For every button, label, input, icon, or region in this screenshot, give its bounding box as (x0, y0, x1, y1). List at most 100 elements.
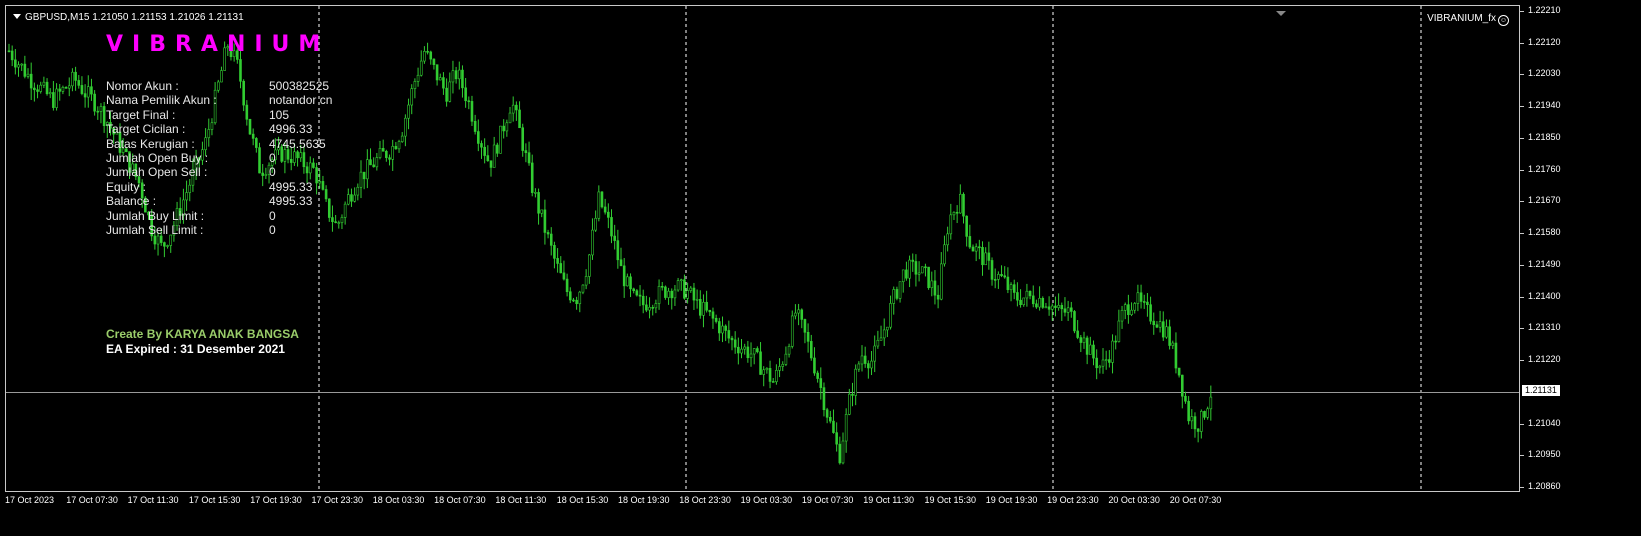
candle (1184, 391, 1187, 404)
candle (867, 360, 870, 379)
candle (683, 274, 686, 300)
candle (102, 101, 106, 133)
candle (1161, 311, 1165, 341)
candle (385, 149, 388, 162)
candle (905, 261, 908, 281)
candle (987, 241, 991, 270)
info-value: 4995.33 (269, 194, 313, 209)
price-tick (1520, 264, 1524, 266)
candle (480, 140, 483, 159)
candle (362, 171, 366, 190)
candle (1070, 301, 1073, 318)
dropdown-triangle-icon[interactable] (13, 14, 21, 19)
time-label: 17 Oct 11:30 (127, 495, 179, 505)
candle (470, 95, 474, 126)
candle (404, 114, 407, 147)
candle (26, 68, 30, 79)
candle (64, 86, 68, 89)
candle (502, 119, 505, 139)
candle (321, 175, 325, 191)
candle (1209, 385, 1213, 421)
candle (419, 50, 423, 77)
candle (844, 408, 848, 453)
candle (860, 345, 864, 372)
candle (340, 214, 344, 230)
candle (1016, 282, 1019, 307)
candle (347, 188, 350, 206)
time-label: 17 Oct 19:30 (250, 495, 302, 505)
candle (264, 167, 268, 180)
expiry-text: EA Expired : 31 Desember 2021 (106, 342, 285, 356)
candle (169, 234, 173, 253)
candle (835, 422, 838, 452)
expert-advisor-label[interactable]: VIBRANIUM_fx ☺ (1427, 13, 1509, 26)
chart-area[interactable]: GBPUSD,M15 1.21050 1.21153 1.21026 1.211… (5, 5, 1520, 492)
candle (543, 199, 547, 245)
candle (781, 361, 785, 372)
time-label: 17 Oct 2023 (5, 495, 55, 505)
candle (889, 295, 892, 330)
candle (461, 65, 464, 98)
candle (635, 289, 639, 297)
time-axis[interactable]: 17 Oct 2023 17 Oct 07:30 17 Oct 11:30 17 Oc… (0, 492, 1520, 536)
candle (378, 140, 382, 160)
chart-shift-marker-icon[interactable] (1276, 11, 1286, 16)
candle (1158, 310, 1162, 333)
candle (1108, 350, 1111, 368)
candle (892, 286, 896, 315)
candle (296, 150, 299, 167)
candle (607, 203, 610, 229)
candle (83, 84, 87, 108)
candle (356, 183, 360, 201)
candle (936, 285, 940, 309)
price-tick (1520, 106, 1524, 108)
time-label: 18 Oct 03:30 (372, 495, 425, 505)
candle (562, 260, 566, 281)
info-label: Balance : (106, 194, 157, 209)
time-label: 18 Oct 19:30 (618, 495, 670, 505)
candle (1120, 305, 1124, 329)
candle (334, 215, 337, 224)
candle (10, 45, 14, 67)
candle (746, 340, 750, 363)
candle (1136, 284, 1140, 312)
candle (188, 179, 192, 202)
candle (45, 78, 49, 96)
candle (727, 320, 731, 344)
candle (327, 198, 331, 222)
candle (1098, 364, 1102, 374)
candle (790, 310, 794, 349)
candle (220, 66, 223, 83)
candle (613, 224, 616, 250)
candle (1152, 312, 1156, 335)
candle (1025, 283, 1029, 307)
candle (324, 185, 328, 202)
candle (990, 257, 994, 286)
candle (879, 325, 883, 341)
time-label: 19 Oct 03:30 (740, 495, 793, 505)
price-axis[interactable]: 1.22210 1.22120 1.22030 1.21940 1.21850 1.217… (1520, 0, 1641, 536)
candle (1063, 297, 1067, 317)
candle (641, 289, 645, 314)
candle (597, 185, 601, 222)
candle (813, 347, 816, 376)
price-label: 1.20950 (1528, 449, 1561, 460)
candle (14, 48, 17, 75)
candle (800, 308, 804, 329)
time-label: 18 Oct 11:30 (495, 495, 547, 505)
candle (39, 81, 43, 94)
candle (959, 184, 962, 214)
candle (42, 76, 46, 89)
candle (423, 46, 426, 64)
candle (1142, 294, 1146, 309)
candle (657, 279, 661, 310)
candle (629, 273, 632, 298)
candle (312, 158, 315, 169)
symbol-header: GBPUSD,M15 1.21050 1.21153 1.21026 1.211… (13, 12, 244, 23)
info-value: 105 (269, 107, 290, 122)
candle (686, 282, 689, 304)
candle (216, 79, 220, 93)
price-chart-svg[interactable] (6, 6, 1520, 492)
candle (534, 188, 537, 198)
info-label: Jumlah Open Sell : (106, 165, 208, 180)
